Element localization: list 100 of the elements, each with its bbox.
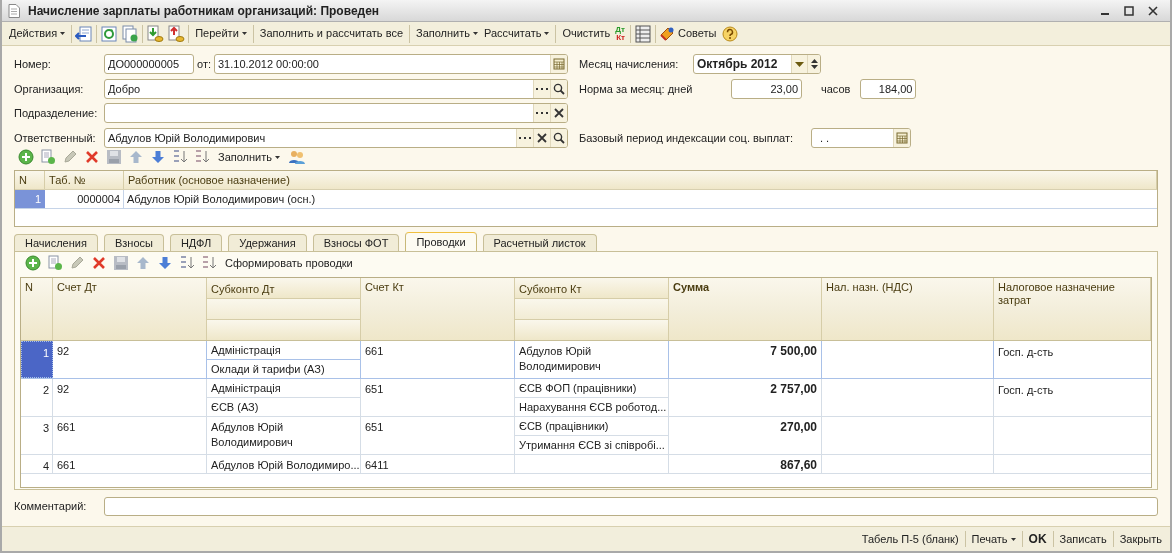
ellipsis-icon[interactable] [519, 136, 531, 140]
ok-button[interactable]: OK [1022, 530, 1053, 548]
sort-descending-icon[interactable] [201, 255, 217, 271]
table-cell: 6411 [365, 459, 389, 471]
row-number-cell: 1 [21, 341, 53, 378]
table-cell: Абдулов Юрій Володимиро... [211, 459, 360, 471]
table-cell-text: Нарахування ЄСВ роботод... [518, 399, 668, 415]
tab[interactable]: НДФЛ [169, 234, 223, 251]
table-cell: 661 [365, 345, 384, 357]
menu-button[interactable]: Заполнить [413, 23, 481, 44]
table-cell: Абдулов Юрій Володимирович [519, 345, 601, 372]
clear-icon[interactable] [554, 108, 564, 118]
add-icon[interactable] [25, 255, 41, 271]
field-label: от: [197, 57, 211, 70]
tab[interactable]: Взносы ФОТ [312, 234, 400, 251]
column-header: Нал. назн. (НДС) [825, 280, 914, 294]
add-icon[interactable] [18, 149, 34, 165]
people-icon[interactable] [288, 149, 306, 165]
help-icon[interactable] [722, 25, 739, 42]
maximize-icon[interactable] [1124, 5, 1134, 16]
toolbar-button[interactable]: Заполнить и рассчитать все [256, 23, 406, 44]
field-label: часов [821, 82, 851, 95]
tab[interactable]: Удержания [228, 234, 307, 251]
menu-button[interactable]: Рассчитать [481, 23, 553, 44]
column-header: Сумма [672, 280, 711, 294]
responsible-field[interactable]: Абдулов Юрій Володимирович [104, 128, 568, 148]
caret-icon [473, 32, 478, 35]
table-cell: 651 [365, 383, 384, 395]
copy-add-icon[interactable] [47, 255, 63, 271]
search-icon[interactable] [553, 83, 565, 95]
save-icon[interactable] [113, 255, 129, 271]
sort-ascending-icon[interactable] [172, 149, 188, 165]
days-field[interactable]: 23,00 [731, 79, 802, 99]
number-field[interactable]: ДО000000005 [104, 54, 194, 74]
table-cell: 867,60 [780, 458, 817, 472]
organization-field[interactable]: Добро [104, 79, 568, 99]
search-icon[interactable] [553, 132, 565, 144]
pencil-icon[interactable] [62, 149, 78, 165]
table-cell: 92 [57, 345, 70, 357]
table-cell: Адміністрація [207, 341, 360, 360]
move-down-icon[interactable] [150, 149, 166, 165]
delete-icon[interactable] [91, 255, 107, 271]
table-cell-text: ЄСВ (АЗ) [210, 399, 260, 415]
table-cell: 270,00 [780, 420, 817, 434]
tab[interactable]: Начисления [14, 234, 98, 251]
toolbar-button[interactable]: Очистить [559, 23, 614, 44]
comment-field[interactable] [104, 496, 1158, 516]
table-cell: ЄСВ (працівники) [515, 417, 668, 436]
caret-icon [60, 32, 66, 35]
menu-button[interactable]: Заполнить [216, 148, 282, 166]
base-period-field[interactable]: . . [811, 128, 911, 148]
menu-button[interactable]: Печать [965, 530, 1022, 548]
close-icon[interactable] [1148, 5, 1158, 16]
column-header: N [15, 171, 45, 189]
move-down-icon[interactable] [157, 255, 173, 271]
ellipsis-icon[interactable] [536, 111, 548, 115]
calendar-icon[interactable] [553, 58, 565, 70]
sort-ascending-icon[interactable] [179, 255, 195, 271]
tab[interactable]: Проводки [405, 232, 477, 251]
clear-icon[interactable] [537, 133, 547, 143]
column-header: Субконто Дт [207, 278, 360, 299]
sort-descending-icon[interactable] [194, 149, 210, 165]
toolbar-button[interactable]: Сформировать проводки [223, 254, 355, 272]
debit-credit-button[interactable]: Дт Кт [613, 23, 627, 44]
pencil-icon[interactable] [69, 255, 85, 271]
column-header: Счет Кт [364, 280, 405, 294]
spin-icon[interactable] [810, 58, 818, 70]
tab[interactable]: Взносы [103, 234, 164, 251]
row-number-cell: 3 [21, 417, 53, 454]
field-label: Базовый период индексации соц. выплат: [579, 131, 794, 144]
row-number-cell: 1 [15, 190, 45, 208]
footer-button[interactable]: Закрыть [1113, 530, 1168, 548]
delete-icon[interactable] [84, 149, 100, 165]
document-coins-icon[interactable] [146, 24, 165, 43]
toolbar-button[interactable]: Советы [674, 23, 720, 44]
list-arrow-icon[interactable] [75, 24, 94, 43]
copy-add-icon[interactable] [40, 149, 56, 165]
hours-field[interactable]: 184,00 [860, 79, 917, 99]
ellipsis-icon[interactable] [536, 87, 548, 91]
department-field[interactable] [104, 103, 568, 123]
table-cell: Абдулов Юрій Володимирович [211, 421, 293, 448]
date-field[interactable]: 31.10.2012 00:00:00 [214, 54, 568, 74]
menu-button[interactable]: Действия [6, 23, 69, 44]
footer-button[interactable]: Табель П-5 (бланк) [855, 530, 965, 548]
column-header: Налоговое назначение затрат [997, 280, 1116, 307]
row-number-cell: 4 [21, 455, 53, 473]
document-coins-icon[interactable] [167, 24, 186, 43]
tab[interactable]: Расчетный листок [482, 234, 597, 251]
table-cell: 651 [365, 421, 384, 433]
menu-button[interactable]: Перейти [192, 23, 250, 44]
table-icon[interactable] [633, 24, 652, 43]
table-cell: 92 [57, 383, 70, 395]
dropdown-arrow-icon[interactable] [795, 61, 804, 67]
table-cell: 0000004 [45, 190, 124, 208]
month-field[interactable]: Октябрь 2012 [693, 54, 821, 74]
field-label: Подразделение: [14, 106, 98, 119]
copy-icon[interactable] [121, 24, 140, 43]
save-icon[interactable] [106, 149, 122, 165]
footer-button[interactable]: Записать [1053, 530, 1113, 548]
calendar-icon[interactable] [896, 132, 908, 144]
